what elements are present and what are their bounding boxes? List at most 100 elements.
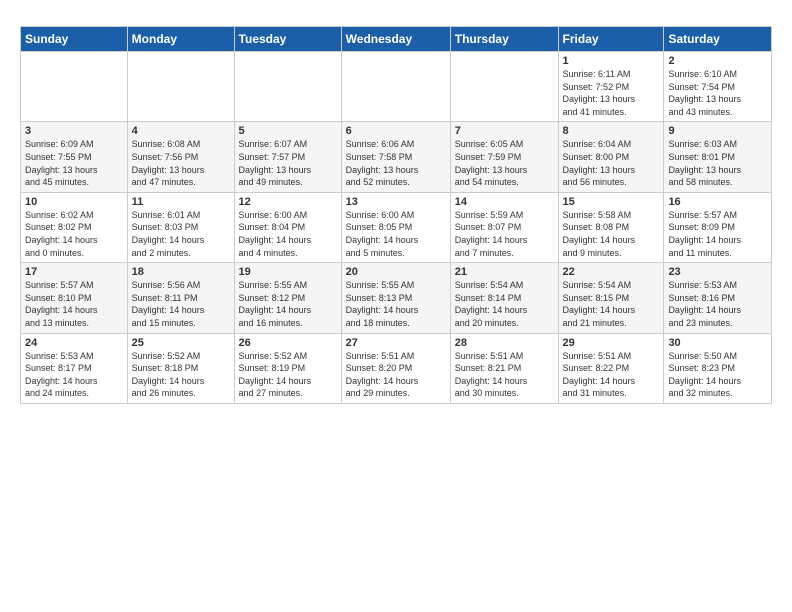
calendar-cell: 6Sunrise: 6:06 AMSunset: 7:58 PMDaylight…: [341, 122, 450, 192]
day-info: Sunrise: 5:58 AMSunset: 8:08 PMDaylight:…: [563, 209, 660, 259]
calendar-cell: 5Sunrise: 6:07 AMSunset: 7:57 PMDaylight…: [234, 122, 341, 192]
day-number: 9: [668, 125, 767, 137]
day-info: Sunrise: 6:03 AMSunset: 8:01 PMDaylight:…: [668, 138, 767, 188]
day-number: 18: [132, 266, 230, 278]
calendar-cell: 25Sunrise: 5:52 AMSunset: 8:18 PMDayligh…: [127, 333, 234, 403]
calendar-cell: 3Sunrise: 6:09 AMSunset: 7:55 PMDaylight…: [21, 122, 128, 192]
day-number: 30: [668, 337, 767, 349]
day-info: Sunrise: 5:57 AMSunset: 8:09 PMDaylight:…: [668, 209, 767, 259]
day-number: 28: [455, 337, 554, 349]
weekday-tuesday: Tuesday: [234, 27, 341, 52]
day-number: 5: [239, 125, 337, 137]
calendar-cell: [234, 52, 341, 122]
weekday-thursday: Thursday: [450, 27, 558, 52]
calendar-cell: 14Sunrise: 5:59 AMSunset: 8:07 PMDayligh…: [450, 192, 558, 262]
day-info: Sunrise: 5:55 AMSunset: 8:13 PMDaylight:…: [346, 279, 446, 329]
day-number: 2: [668, 55, 767, 67]
day-info: Sunrise: 6:09 AMSunset: 7:55 PMDaylight:…: [25, 138, 123, 188]
day-number: 3: [25, 125, 123, 137]
day-info: Sunrise: 6:11 AMSunset: 7:52 PMDaylight:…: [563, 68, 660, 118]
calendar-cell: 2Sunrise: 6:10 AMSunset: 7:54 PMDaylight…: [664, 52, 772, 122]
calendar-cell: 1Sunrise: 6:11 AMSunset: 7:52 PMDaylight…: [558, 52, 664, 122]
day-info: Sunrise: 5:51 AMSunset: 8:20 PMDaylight:…: [346, 350, 446, 400]
header: [20, 16, 772, 18]
calendar-cell: 19Sunrise: 5:55 AMSunset: 8:12 PMDayligh…: [234, 263, 341, 333]
day-info: Sunrise: 6:04 AMSunset: 8:00 PMDaylight:…: [563, 138, 660, 188]
week-row-4: 24Sunrise: 5:53 AMSunset: 8:17 PMDayligh…: [21, 333, 772, 403]
weekday-sunday: Sunday: [21, 27, 128, 52]
day-info: Sunrise: 5:53 AMSunset: 8:16 PMDaylight:…: [668, 279, 767, 329]
day-info: Sunrise: 5:52 AMSunset: 8:18 PMDaylight:…: [132, 350, 230, 400]
day-number: 20: [346, 266, 446, 278]
weekday-monday: Monday: [127, 27, 234, 52]
weekday-wednesday: Wednesday: [341, 27, 450, 52]
day-info: Sunrise: 5:52 AMSunset: 8:19 PMDaylight:…: [239, 350, 337, 400]
day-info: Sunrise: 6:07 AMSunset: 7:57 PMDaylight:…: [239, 138, 337, 188]
day-number: 12: [239, 196, 337, 208]
weekday-saturday: Saturday: [664, 27, 772, 52]
day-info: Sunrise: 6:05 AMSunset: 7:59 PMDaylight:…: [455, 138, 554, 188]
weekday-friday: Friday: [558, 27, 664, 52]
day-number: 4: [132, 125, 230, 137]
calendar-cell: 4Sunrise: 6:08 AMSunset: 7:56 PMDaylight…: [127, 122, 234, 192]
week-row-3: 17Sunrise: 5:57 AMSunset: 8:10 PMDayligh…: [21, 263, 772, 333]
calendar-cell: 7Sunrise: 6:05 AMSunset: 7:59 PMDaylight…: [450, 122, 558, 192]
day-info: Sunrise: 5:59 AMSunset: 8:07 PMDaylight:…: [455, 209, 554, 259]
calendar-cell: 12Sunrise: 6:00 AMSunset: 8:04 PMDayligh…: [234, 192, 341, 262]
day-number: 26: [239, 337, 337, 349]
day-number: 15: [563, 196, 660, 208]
day-number: 13: [346, 196, 446, 208]
day-number: 22: [563, 266, 660, 278]
day-info: Sunrise: 6:02 AMSunset: 8:02 PMDaylight:…: [25, 209, 123, 259]
calendar-cell: 23Sunrise: 5:53 AMSunset: 8:16 PMDayligh…: [664, 263, 772, 333]
calendar-cell: 21Sunrise: 5:54 AMSunset: 8:14 PMDayligh…: [450, 263, 558, 333]
calendar-cell: 8Sunrise: 6:04 AMSunset: 8:00 PMDaylight…: [558, 122, 664, 192]
calendar-cell: 13Sunrise: 6:00 AMSunset: 8:05 PMDayligh…: [341, 192, 450, 262]
day-info: Sunrise: 5:56 AMSunset: 8:11 PMDaylight:…: [132, 279, 230, 329]
day-number: 19: [239, 266, 337, 278]
calendar-cell: [127, 52, 234, 122]
calendar-cell: 22Sunrise: 5:54 AMSunset: 8:15 PMDayligh…: [558, 263, 664, 333]
calendar-cell: 18Sunrise: 5:56 AMSunset: 8:11 PMDayligh…: [127, 263, 234, 333]
day-info: Sunrise: 5:51 AMSunset: 8:22 PMDaylight:…: [563, 350, 660, 400]
calendar-cell: 30Sunrise: 5:50 AMSunset: 8:23 PMDayligh…: [664, 333, 772, 403]
day-number: 17: [25, 266, 123, 278]
weekday-header-row: SundayMondayTuesdayWednesdayThursdayFrid…: [21, 27, 772, 52]
day-info: Sunrise: 5:55 AMSunset: 8:12 PMDaylight:…: [239, 279, 337, 329]
day-number: 27: [346, 337, 446, 349]
calendar-cell: 10Sunrise: 6:02 AMSunset: 8:02 PMDayligh…: [21, 192, 128, 262]
day-number: 11: [132, 196, 230, 208]
day-number: 16: [668, 196, 767, 208]
day-info: Sunrise: 5:53 AMSunset: 8:17 PMDaylight:…: [25, 350, 123, 400]
day-number: 29: [563, 337, 660, 349]
day-number: 6: [346, 125, 446, 137]
day-number: 10: [25, 196, 123, 208]
day-info: Sunrise: 5:57 AMSunset: 8:10 PMDaylight:…: [25, 279, 123, 329]
calendar-cell: [21, 52, 128, 122]
calendar-cell: [450, 52, 558, 122]
calendar-cell: 9Sunrise: 6:03 AMSunset: 8:01 PMDaylight…: [664, 122, 772, 192]
day-info: Sunrise: 5:54 AMSunset: 8:15 PMDaylight:…: [563, 279, 660, 329]
calendar-cell: [341, 52, 450, 122]
day-info: Sunrise: 6:06 AMSunset: 7:58 PMDaylight:…: [346, 138, 446, 188]
day-info: Sunrise: 6:10 AMSunset: 7:54 PMDaylight:…: [668, 68, 767, 118]
day-info: Sunrise: 6:01 AMSunset: 8:03 PMDaylight:…: [132, 209, 230, 259]
calendar-table: SundayMondayTuesdayWednesdayThursdayFrid…: [20, 26, 772, 404]
calendar-cell: 24Sunrise: 5:53 AMSunset: 8:17 PMDayligh…: [21, 333, 128, 403]
day-number: 23: [668, 266, 767, 278]
calendar-cell: 29Sunrise: 5:51 AMSunset: 8:22 PMDayligh…: [558, 333, 664, 403]
calendar-cell: 20Sunrise: 5:55 AMSunset: 8:13 PMDayligh…: [341, 263, 450, 333]
day-info: Sunrise: 5:54 AMSunset: 8:14 PMDaylight:…: [455, 279, 554, 329]
day-info: Sunrise: 5:51 AMSunset: 8:21 PMDaylight:…: [455, 350, 554, 400]
calendar-cell: 16Sunrise: 5:57 AMSunset: 8:09 PMDayligh…: [664, 192, 772, 262]
page: SundayMondayTuesdayWednesdayThursdayFrid…: [0, 0, 792, 612]
day-number: 21: [455, 266, 554, 278]
day-number: 24: [25, 337, 123, 349]
day-number: 14: [455, 196, 554, 208]
day-info: Sunrise: 6:00 AMSunset: 8:05 PMDaylight:…: [346, 209, 446, 259]
week-row-2: 10Sunrise: 6:02 AMSunset: 8:02 PMDayligh…: [21, 192, 772, 262]
day-info: Sunrise: 5:50 AMSunset: 8:23 PMDaylight:…: [668, 350, 767, 400]
calendar-cell: 17Sunrise: 5:57 AMSunset: 8:10 PMDayligh…: [21, 263, 128, 333]
calendar-cell: 27Sunrise: 5:51 AMSunset: 8:20 PMDayligh…: [341, 333, 450, 403]
day-number: 1: [563, 55, 660, 67]
